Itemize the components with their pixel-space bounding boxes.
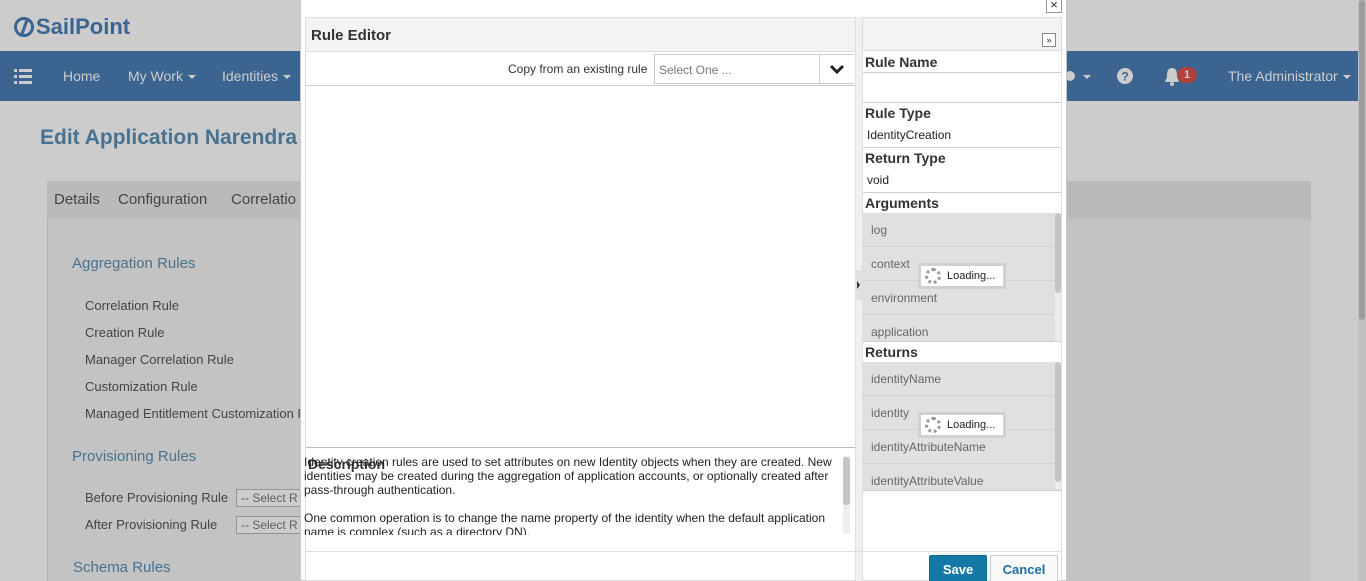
spinner-icon	[925, 268, 941, 284]
rule-type-label: Rule Type	[865, 105, 931, 121]
description-scrollbar-thumb[interactable]	[843, 457, 850, 505]
copy-rule-label: Copy from an existing rule	[508, 62, 648, 76]
divider	[863, 147, 1061, 148]
description-scrollbar[interactable]	[843, 456, 850, 534]
rule-code-editor[interactable]	[306, 87, 855, 447]
returns-scrollbar[interactable]	[1055, 362, 1061, 490]
footer-divider	[305, 551, 1062, 552]
editor-header: Rule Editor	[306, 18, 855, 52]
list-item[interactable]: log	[863, 213, 1055, 247]
description-paragraph: One common operation is to change the na…	[304, 511, 825, 535]
description-text[interactable]: Identity creation rules are used to set …	[303, 455, 852, 535]
expand-button[interactable]: »	[1042, 33, 1056, 47]
rule-type-value: IdentityCreation	[867, 128, 952, 142]
description-paragraph: Identity creation rules are used to set …	[304, 455, 832, 497]
loading-text: Loading...	[947, 270, 996, 282]
rule-info-pane: » Rule Name Rule Type IdentityCreation R…	[862, 17, 1062, 581]
copy-rule-dropdown-button[interactable]	[819, 55, 854, 83]
list-item[interactable]: application	[863, 315, 1055, 341]
arguments-label: Arguments	[865, 195, 939, 211]
rule-editor-modal: × Rule Editor Copy from an existing rule…	[300, 0, 1067, 581]
divider	[863, 192, 1061, 193]
loading-indicator: Loading...	[918, 263, 1006, 289]
copy-rule-select[interactable]: Select One ...	[654, 54, 854, 84]
arguments-scrollbar[interactable]	[1055, 213, 1061, 341]
copy-rule-select-value: Select One ...	[659, 63, 732, 77]
close-icon: ×	[1050, 0, 1058, 12]
divider	[863, 72, 1061, 73]
chevron-down-icon	[829, 64, 845, 75]
return-type-label: Return Type	[865, 150, 946, 166]
loading-indicator: Loading...	[918, 412, 1006, 438]
return-type-value: void	[867, 173, 890, 187]
rule-info-header: »	[863, 18, 1061, 51]
editor-title: Rule Editor	[311, 27, 392, 44]
returns-label: Returns	[865, 344, 918, 360]
divider	[863, 490, 1061, 491]
spinner-icon	[925, 417, 941, 433]
close-button[interactable]: ×	[1046, 0, 1062, 13]
copy-rule-row: Copy from an existing rule Select One ..…	[306, 53, 855, 86]
arguments-scrollbar-thumb[interactable]	[1055, 213, 1061, 293]
divider	[863, 102, 1061, 103]
rule-name-value	[867, 76, 1057, 100]
list-item[interactable]: identityAttributeValue	[863, 464, 1055, 490]
rule-name-label: Rule Name	[865, 54, 938, 70]
cancel-button[interactable]: Cancel	[990, 555, 1058, 581]
double-chevron-right-icon: »	[1046, 35, 1052, 45]
save-button[interactable]: Save	[929, 555, 987, 581]
loading-text: Loading...	[947, 419, 996, 431]
returns-scrollbar-thumb[interactable]	[1055, 362, 1061, 482]
list-item[interactable]: identityName	[863, 362, 1055, 396]
divider	[863, 341, 1061, 342]
